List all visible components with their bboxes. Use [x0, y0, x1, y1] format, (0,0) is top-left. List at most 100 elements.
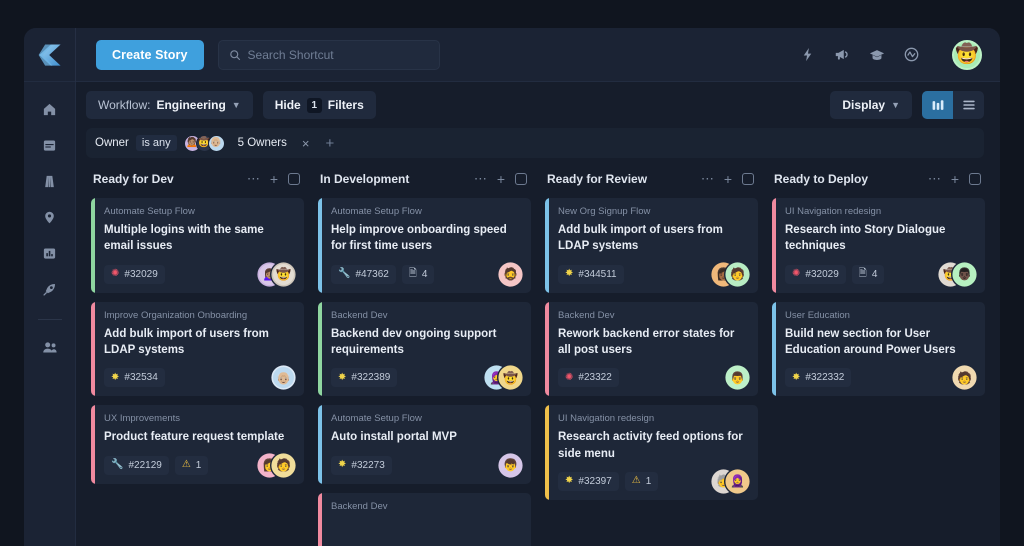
- filter-operator: is any: [135, 135, 177, 151]
- column-header: Ready to Deploy ⋯ +: [772, 166, 985, 192]
- avatar[interactable]: 👨: [727, 367, 748, 389]
- card-badge-feature[interactable]: ✸ #322332: [785, 368, 852, 388]
- sidebar-item-roadmap[interactable]: [33, 168, 67, 194]
- card-title: Product feature request template: [104, 431, 285, 444]
- search-input[interactable]: Search Shortcut: [217, 39, 440, 70]
- column-select-checkbox[interactable]: [969, 173, 981, 185]
- activity-icon[interactable]: [904, 47, 919, 62]
- create-story-button[interactable]: Create Story: [96, 39, 204, 70]
- column-add-story-button[interactable]: +: [270, 171, 278, 187]
- badge-text: #47362: [355, 268, 389, 280]
- story-card[interactable]: Improve Organization Onboarding Add bulk …: [91, 301, 304, 397]
- card-footer: ✺ #32029 🗎 4 🤠 👨🏿: [785, 263, 975, 285]
- card-badge-bug[interactable]: ✺ #32029: [104, 264, 165, 284]
- avatar[interactable]: 👴🏼: [273, 367, 294, 389]
- add-filter-button[interactable]: +: [321, 135, 338, 152]
- board-view-button[interactable]: [922, 91, 953, 119]
- card-epic-label: New Org Signup Flow: [558, 206, 651, 217]
- column-select-checkbox[interactable]: [288, 173, 300, 185]
- card-avatar-stack: 🧑: [954, 367, 975, 389]
- remove-filter-button[interactable]: ×: [298, 136, 314, 151]
- list-view-button[interactable]: [953, 91, 984, 119]
- card-badge-feature[interactable]: ✸ #32273: [331, 455, 392, 475]
- app-logo[interactable]: [24, 28, 76, 82]
- sidebar-item-home[interactable]: [33, 96, 67, 122]
- sidebar-item-stories[interactable]: [33, 132, 67, 158]
- hide-filters-button[interactable]: Hide 1 Filters: [262, 91, 376, 119]
- card-badge-blocker[interactable]: ⚠ 1: [624, 471, 659, 491]
- column-select-checkbox[interactable]: [742, 173, 754, 185]
- card-badge-blocker[interactable]: ⚠ 1: [174, 455, 209, 475]
- column-menu-button[interactable]: ⋯: [701, 171, 715, 187]
- avatar[interactable]: 🧑: [727, 263, 748, 285]
- owner-filter-chip[interactable]: Owner is any 🙍🏽 🤠 👴🏼 5 Owners: [92, 134, 290, 152]
- search-icon: [229, 49, 240, 60]
- story-card[interactable]: Backend Dev Backend dev ongoing support r…: [318, 301, 531, 397]
- story-card[interactable]: Backend Dev Rework backend error states f…: [545, 301, 758, 397]
- column-add-story-button[interactable]: +: [497, 171, 505, 187]
- avatar[interactable]: 🧔: [500, 263, 521, 285]
- column-add-story-button[interactable]: +: [724, 171, 732, 187]
- display-selector[interactable]: Display ▼: [830, 91, 912, 119]
- avatar[interactable]: 🧑: [273, 454, 294, 476]
- shortcut-logo-icon: [38, 43, 61, 66]
- column-header: Ready for Dev ⋯ +: [91, 166, 304, 192]
- story-card[interactable]: Backend Dev: [318, 492, 531, 546]
- sidebar-item-team[interactable]: [33, 334, 67, 360]
- card-badge-feature[interactable]: ✸ #322389: [331, 368, 398, 388]
- story-card[interactable]: UX Improvements Product feature request t…: [91, 405, 304, 484]
- board-column: In Development ⋯ + Automate Setup Flow Help …: [311, 166, 538, 546]
- story-card[interactable]: Automate Setup Flow Multiple logins with …: [91, 198, 304, 293]
- card-title: Backend dev ongoing support requirements: [331, 327, 497, 356]
- view-toggle-group: [922, 91, 984, 119]
- avatar[interactable]: 👦: [500, 454, 521, 476]
- sidebar-item-milestones[interactable]: [33, 204, 67, 230]
- graduation-cap-icon[interactable]: [869, 48, 885, 62]
- story-card[interactable]: UI Navigation redesign Research into Stor…: [772, 198, 985, 293]
- card-badge-bug[interactable]: ✺ #23322: [558, 368, 619, 388]
- feature-icon: ✸: [338, 371, 347, 383]
- megaphone-icon[interactable]: [834, 47, 850, 62]
- column-menu-button[interactable]: ⋯: [928, 171, 942, 187]
- card-epic-label: Automate Setup Flow: [331, 206, 422, 217]
- card-epic-label: Automate Setup Flow: [104, 206, 195, 217]
- column-select-checkbox[interactable]: [515, 173, 527, 185]
- story-card[interactable]: Automate Setup Flow Auto install portal M…: [318, 405, 531, 484]
- badge-text: 4: [871, 268, 878, 280]
- story-card[interactable]: User Education Build new section for User…: [772, 301, 985, 397]
- card-title: Multiple logins with the same email issu…: [104, 224, 264, 253]
- rocket-icon: [43, 283, 55, 296]
- avatar[interactable]: 👨🏿: [954, 263, 975, 285]
- card-body: Backend Dev Backend dev ongoing support r…: [322, 302, 531, 397]
- card-body: Automate Setup Flow Help improve onboardi…: [322, 198, 531, 293]
- column-menu-button[interactable]: ⋯: [474, 171, 488, 187]
- card-footer: ✸ #32534 👴🏼: [104, 367, 294, 389]
- badge-text: 1: [195, 459, 202, 471]
- card-badge-docs[interactable]: 🗎 4: [851, 264, 885, 284]
- column-menu-button[interactable]: ⋯: [247, 171, 261, 187]
- card-badge-feature[interactable]: ✸ #32534: [104, 368, 165, 388]
- user-avatar[interactable]: 🤠: [952, 39, 982, 70]
- card-badge-docs[interactable]: 🗎 4: [401, 264, 435, 284]
- app-window: Create Story Search Shortcut 🤠 Workflow:…: [24, 28, 1000, 546]
- workflow-selector[interactable]: Workflow: Engineering ▼: [86, 91, 253, 119]
- lightning-icon[interactable]: [800, 47, 815, 62]
- avatar[interactable]: 🤠: [273, 263, 294, 285]
- card-badge-bug[interactable]: ✺ #32029: [785, 264, 846, 284]
- card-badge-chore[interactable]: 🔧 #22129: [104, 455, 169, 475]
- sidebar-item-reports[interactable]: [33, 240, 67, 266]
- column-add-story-button[interactable]: +: [951, 171, 959, 187]
- bug-icon: ✺: [792, 268, 801, 280]
- card-avatar-stack: 👦: [500, 454, 521, 476]
- topbar-icon-group: 🤠: [800, 39, 982, 70]
- avatar[interactable]: 🧑: [954, 367, 975, 389]
- story-card[interactable]: Automate Setup Flow Help improve onboardi…: [318, 198, 531, 293]
- avatar[interactable]: 🤠: [500, 367, 521, 389]
- story-card[interactable]: UI Navigation redesign Research activity …: [545, 405, 758, 500]
- sidebar-item-iterations[interactable]: [33, 276, 67, 302]
- story-card[interactable]: New Org Signup Flow Add bulk import of us…: [545, 198, 758, 293]
- avatar[interactable]: 🧕: [727, 470, 748, 492]
- card-badge-feature[interactable]: ✸ #32397: [558, 471, 619, 491]
- card-badge-chore[interactable]: 🔧 #47362: [331, 264, 396, 284]
- card-badge-feature[interactable]: ✸ #344511: [558, 264, 624, 284]
